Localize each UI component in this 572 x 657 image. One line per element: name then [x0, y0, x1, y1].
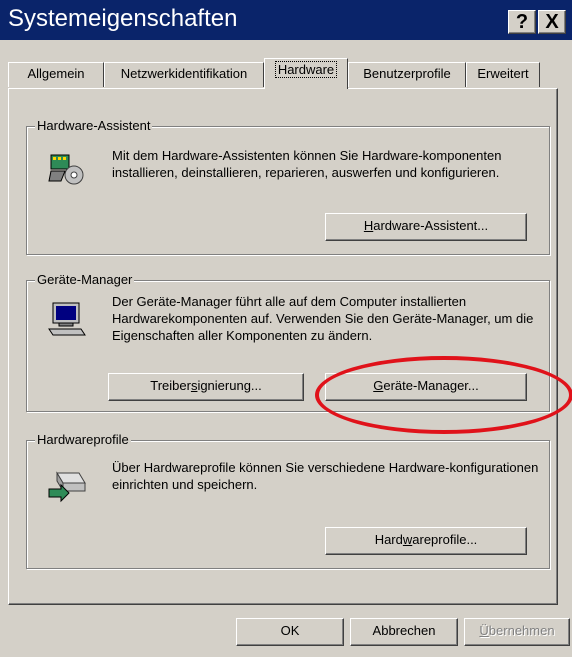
tab-label: Hardware: [274, 61, 338, 78]
tab-netzwerkidentifikation[interactable]: Netzwerkidentifikation: [104, 62, 264, 87]
ok-button[interactable]: OK: [236, 618, 344, 646]
btn-mnemonic: H: [363, 218, 374, 233]
group-title: Hardwareprofile: [35, 432, 131, 448]
highlight-ellipse: [315, 356, 572, 434]
title-bar[interactable]: Systemeigenschaften ? X: [0, 0, 572, 40]
btn-text-pre: Treiber: [150, 378, 191, 393]
tab-label: Erweitert: [477, 66, 529, 81]
hardware-profiles-icon: [48, 471, 86, 503]
hardware-wizard-button[interactable]: Hardware-Assistent...: [325, 213, 527, 241]
btn-mnemonic: Ü: [479, 623, 489, 638]
group-title: Geräte-Manager: [35, 272, 135, 288]
hardware-profiles-description: Über Hardwareprofile können Sie verschie…: [112, 460, 539, 492]
hardware-wizard-description: Mit dem Hardware-Assistenten können Sie …: [112, 148, 502, 180]
hardware-wizard-icon: [48, 154, 84, 185]
tab-label: Netzwerkidentifikation: [120, 66, 248, 81]
computer-icon: [48, 302, 86, 336]
cancel-button[interactable]: Abbrechen: [350, 618, 458, 646]
btn-mnemonic: w: [402, 532, 413, 547]
group-hardware-profiles: Hardwareprofile Über Hardwareprofile kön…: [26, 432, 550, 569]
hardware-profiles-button[interactable]: Hardwareprofile...: [325, 527, 527, 555]
system-properties-dialog: Systemeigenschaften ? X Allgemein Netzwe…: [0, 0, 572, 657]
group-title: Hardware-Assistent: [35, 118, 153, 134]
driver-signing-button[interactable]: Treibersignierung...: [108, 373, 304, 401]
btn-text-pre: Hard: [374, 532, 403, 547]
btn-text-post: ignierung...: [197, 378, 262, 393]
tab-erweitert[interactable]: Erweitert: [466, 62, 540, 87]
tab-benutzerprofile[interactable]: Benutzerprofile: [348, 62, 466, 87]
apply-button[interactable]: Übernehmen: [464, 618, 570, 646]
help-button[interactable]: ?: [508, 10, 536, 34]
tab-allgemein[interactable]: Allgemein: [8, 62, 104, 87]
tab-label: Benutzerprofile: [363, 66, 451, 81]
group-hardware-wizard: Hardware-Assistent Mit dem Hardware-Assi…: [26, 118, 550, 255]
tab-hardware[interactable]: Hardware: [264, 58, 348, 89]
window-title: Systemeigenschaften: [8, 5, 238, 32]
close-button[interactable]: X: [538, 10, 566, 34]
tab-label: Allgemein: [27, 66, 85, 81]
btn-text-post: bernehmen: [488, 623, 555, 638]
btn-text-post: ardware-Assistent...: [373, 218, 489, 233]
btn-text-post: areprofile...: [412, 532, 478, 547]
device-manager-description: Der Geräte-Manager führt alle auf dem Co…: [112, 294, 534, 343]
